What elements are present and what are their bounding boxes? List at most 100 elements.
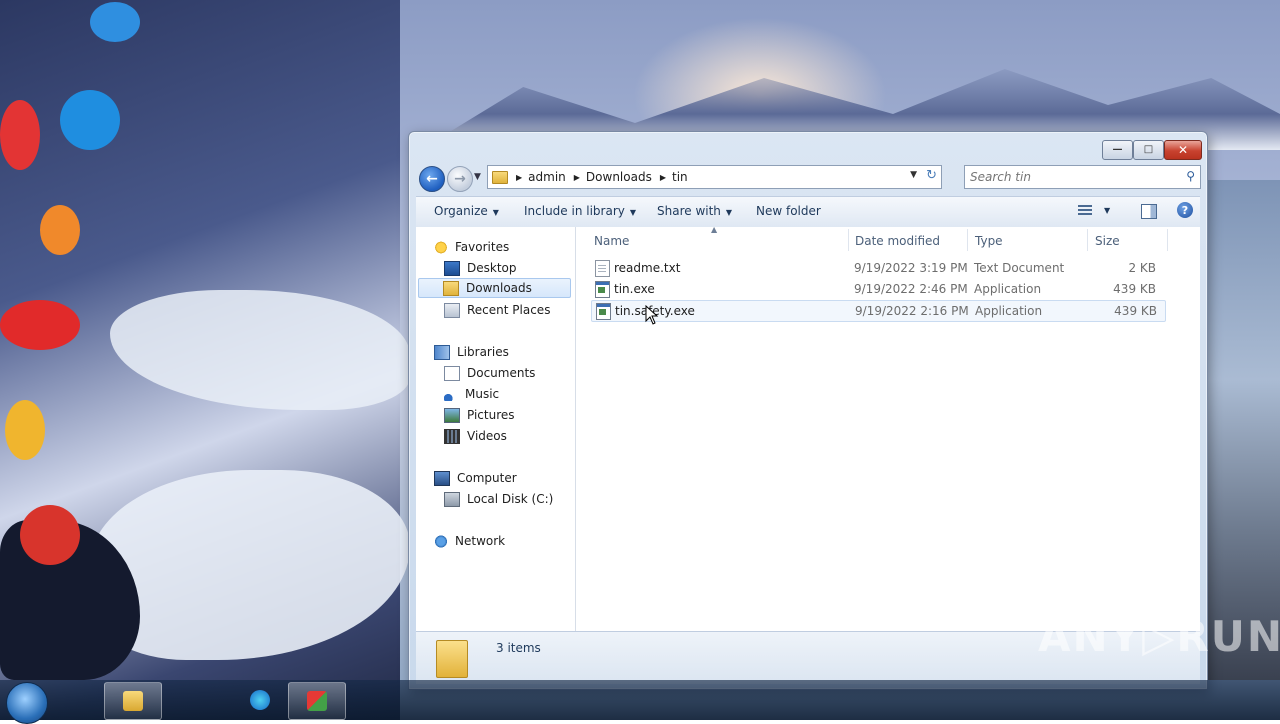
sidebar-item-videos[interactable]: Videos: [444, 426, 507, 446]
share-with-button[interactable]: Share with ▼: [657, 204, 732, 218]
column-divider[interactable]: [1087, 229, 1088, 251]
navigation-pane: Favorites Desktop Downloads Recent Place…: [416, 227, 576, 631]
taskbar: [0, 680, 1280, 724]
breadcrumb-downloads[interactable]: Downloads: [586, 170, 652, 184]
sidebar-item-downloads[interactable]: Downloads: [418, 278, 571, 298]
anyrun-watermark: ANY▷RUN: [1038, 612, 1280, 661]
search-box[interactable]: ⚲: [964, 165, 1201, 189]
help-icon[interactable]: ?: [1177, 202, 1193, 218]
file-row[interactable]: tin.exe 9/19/2022 2:46 PM Application 43…: [591, 279, 1164, 299]
search-input[interactable]: [968, 169, 1177, 185]
file-date-modified: 9/19/2022 3:19 PM: [854, 261, 968, 275]
change-view-icon[interactable]: [1078, 205, 1092, 217]
sidebar-item-favorites[interactable]: Favorites: [434, 237, 509, 257]
minimize-button[interactable]: —: [1102, 140, 1133, 160]
sidebar-item-label: Network: [455, 534, 506, 548]
downloads-folder-icon: [443, 280, 459, 296]
file-row[interactable]: readme.txt 9/19/2022 3:19 PM Text Docume…: [591, 258, 1164, 278]
file-date-modified: 9/19/2022 2:46 PM: [854, 282, 968, 296]
item-count: 3 items: [496, 641, 541, 655]
sidebar-item-label: Videos: [467, 429, 507, 443]
organize-button[interactable]: Organize ▼: [434, 204, 499, 218]
sidebar-item-label: Downloads: [466, 281, 532, 295]
column-divider[interactable]: [1167, 229, 1168, 251]
wallpaper-right-edge: [1206, 180, 1280, 680]
file-type: Application: [974, 282, 1042, 296]
sidebar-item-libraries[interactable]: Libraries: [434, 342, 509, 362]
sidebar-item-recent-places[interactable]: Recent Places: [444, 300, 550, 320]
hard-drive-icon: [444, 491, 460, 507]
breadcrumb-separator-icon[interactable]: ▶: [574, 173, 580, 182]
star-icon: [434, 240, 448, 254]
column-header-size[interactable]: Size: [1095, 234, 1120, 248]
column-header-row: ▲ Name Date modified Type Size: [576, 225, 1200, 253]
column-header-name[interactable]: Name: [594, 234, 629, 248]
videos-film-icon: [444, 428, 460, 444]
command-bar: Organize ▼ Include in library ▼ Share with…: [416, 196, 1200, 228]
app-icon: [307, 691, 327, 711]
taskbar-app-button[interactable]: [288, 682, 346, 720]
maximize-icon: □: [1143, 144, 1154, 155]
sidebar-item-network[interactable]: Network: [434, 531, 505, 551]
sidebar-item-local-disk[interactable]: Local Disk (C:): [444, 489, 553, 509]
sidebar-item-computer[interactable]: Computer: [434, 468, 517, 488]
back-arrow-icon: ←: [426, 171, 438, 187]
close-button[interactable]: ✕: [1164, 140, 1202, 160]
sidebar-item-label: Favorites: [455, 240, 510, 254]
network-icon: [434, 534, 448, 548]
computer-icon: [434, 470, 450, 486]
view-options-chevron-icon[interactable]: ▼: [1104, 206, 1110, 215]
back-button[interactable]: ←: [419, 166, 445, 192]
sidebar-item-label: Desktop: [467, 261, 517, 275]
column-header-date-modified[interactable]: Date modified: [855, 234, 940, 248]
preview-pane-icon[interactable]: [1141, 204, 1157, 219]
forward-arrow-icon: →: [454, 171, 466, 187]
file-type: Text Document: [974, 261, 1065, 275]
file-size: 439 KB: [1114, 304, 1157, 318]
file-list: ▲ Name Date modified Type Size readme.tx…: [576, 225, 1200, 631]
start-button[interactable]: [6, 682, 48, 724]
sidebar-item-desktop[interactable]: Desktop: [444, 258, 517, 278]
search-icon[interactable]: ⚲: [1186, 169, 1195, 183]
chevron-down-icon: ▼: [492, 208, 499, 217]
column-divider[interactable]: [848, 229, 849, 251]
desktop-icon: [444, 260, 460, 276]
music-note-icon: [444, 387, 458, 401]
recent-locations-dropdown[interactable]: ▼: [474, 172, 481, 182]
refresh-icon[interactable]: ↻: [926, 168, 937, 183]
taskbar-edge-button[interactable]: [232, 682, 288, 718]
include-in-library-button[interactable]: Include in library ▼: [524, 204, 636, 218]
taskbar-explorer-button[interactable]: [104, 682, 162, 720]
folder-icon: [123, 691, 143, 711]
column-divider[interactable]: [967, 229, 968, 251]
file-row[interactable]: tin.safety.exe 9/19/2022 2:16 PM Applica…: [591, 300, 1166, 322]
sidebar-item-music[interactable]: Music: [444, 384, 499, 404]
file-name: tin.exe: [614, 282, 655, 296]
sidebar-item-label: Local Disk (C:): [467, 492, 554, 506]
wallpaper-color-blot: [20, 505, 80, 565]
mouse-cursor-icon: [645, 305, 659, 325]
minimize-icon: —: [1112, 144, 1123, 155]
application-icon: [596, 303, 611, 320]
sidebar-item-label: Recent Places: [467, 303, 551, 317]
file-type: Application: [975, 304, 1043, 318]
wallpaper-color-blot: [0, 100, 40, 170]
sidebar-item-label: Pictures: [467, 408, 515, 422]
sidebar-item-documents[interactable]: Documents: [444, 363, 535, 383]
column-header-type[interactable]: Type: [975, 234, 1003, 248]
file-date-modified: 9/19/2022 2:16 PM: [855, 304, 969, 318]
folder-icon: [436, 640, 468, 678]
breadcrumb-separator-icon[interactable]: ▶: [660, 173, 666, 182]
new-folder-button[interactable]: New folder: [756, 204, 821, 218]
close-icon: ✕: [1177, 143, 1189, 157]
sidebar-item-label: Computer: [457, 471, 517, 485]
breadcrumb-separator-icon[interactable]: ▶: [516, 173, 522, 182]
share-with-label: Share with: [657, 204, 721, 218]
maximize-button[interactable]: □: [1133, 140, 1164, 160]
address-bar[interactable]: ▶ admin ▶ Downloads ▶ tin ▼ ↻: [487, 165, 942, 189]
breadcrumb-admin[interactable]: admin: [528, 170, 566, 184]
address-dropdown-icon[interactable]: ▼: [910, 170, 917, 180]
sidebar-item-pictures[interactable]: Pictures: [444, 405, 515, 425]
forward-button[interactable]: →: [447, 166, 473, 192]
breadcrumb-tin[interactable]: tin: [672, 170, 688, 184]
